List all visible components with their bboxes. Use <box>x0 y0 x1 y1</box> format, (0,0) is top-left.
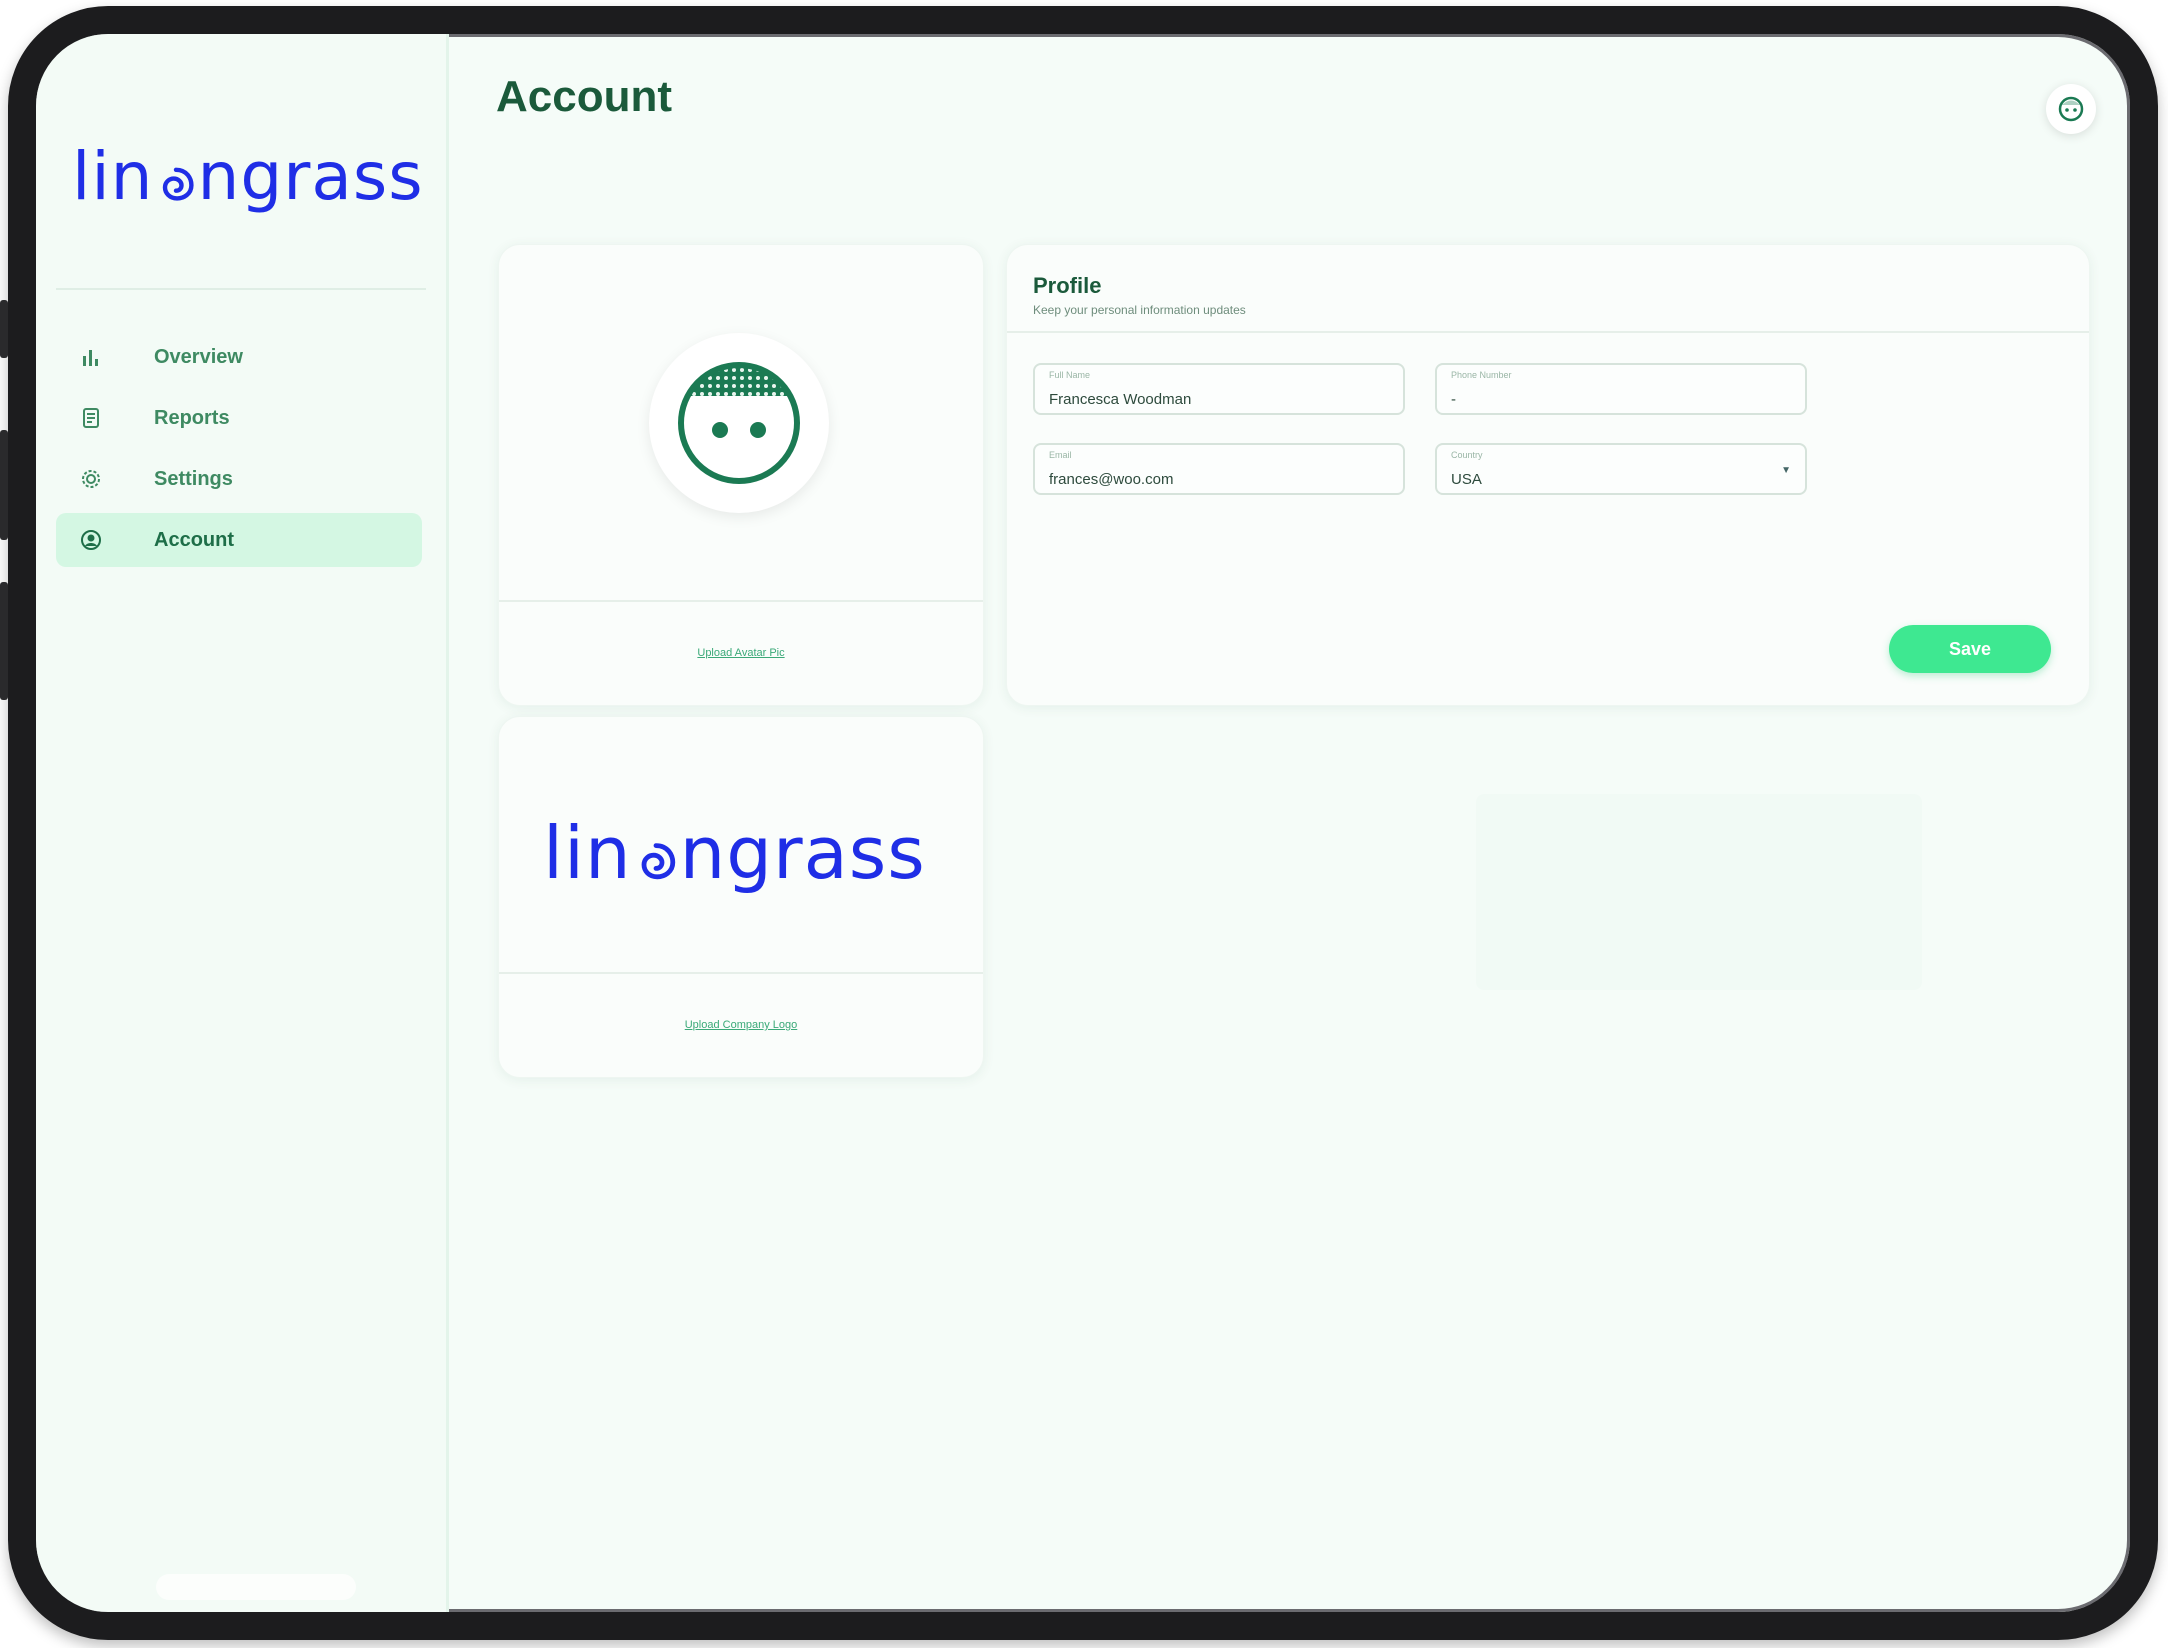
upload-avatar-link[interactable]: Upload Avatar Pic <box>499 647 983 659</box>
profile-card: Profile Keep your personal information u… <box>1006 244 2090 706</box>
sidebar-item-reports[interactable]: Reports <box>56 391 422 445</box>
empty-panel <box>1476 794 1922 990</box>
profile-title: Profile <box>1033 273 1102 298</box>
swirl-logo-icon <box>162 167 194 201</box>
sidebar-item-label: Account <box>154 528 234 551</box>
device-button <box>0 300 8 358</box>
gear-icon <box>78 466 104 492</box>
document-icon <box>78 405 104 431</box>
sidebar-item-label: Settings <box>154 467 233 490</box>
sidebar-item-label: Overview <box>154 345 243 368</box>
device-button <box>0 430 8 540</box>
card-divider <box>499 972 983 974</box>
screen: lin ngrass Overview Reports Settings Acc… <box>36 34 2130 1612</box>
phone-number-field[interactable]: Phone Number - <box>1435 363 1807 415</box>
field-label: Country <box>1451 450 1483 460</box>
face-avatar-icon <box>678 362 800 484</box>
field-value: - <box>1451 391 1456 408</box>
full-name-field[interactable]: Full Name Francesca Woodman <box>1033 363 1405 415</box>
chevron-down-icon: ▼ <box>1781 465 1791 476</box>
user-avatar-button[interactable] <box>2046 84 2096 134</box>
card-divider <box>1007 331 2089 333</box>
profile-subtitle: Keep your personal information updates <box>1033 303 1246 317</box>
page-title: Account <box>496 72 672 121</box>
sidebar-divider <box>56 288 426 290</box>
avatar-card: Upload Avatar Pic <box>498 244 984 706</box>
company-logo: lin ngrass <box>543 811 926 895</box>
face-avatar-icon <box>2058 96 2084 122</box>
field-value: frances@woo.com <box>1049 471 1174 488</box>
device-button <box>0 582 8 700</box>
bar-chart-icon <box>78 344 104 370</box>
tablet-frame: lin ngrass Overview Reports Settings Acc… <box>8 6 2158 1640</box>
home-indicator <box>156 1574 356 1600</box>
card-divider <box>499 600 983 602</box>
upload-logo-link[interactable]: Upload Company Logo <box>499 1019 983 1031</box>
field-value: USA <box>1451 471 1482 488</box>
email-field[interactable]: Email frances@woo.com <box>1033 443 1405 495</box>
field-value: Francesca Woodman <box>1049 391 1192 408</box>
field-label: Phone Number <box>1451 370 1512 380</box>
sidebar: lin ngrass Overview Reports Settings Acc… <box>36 34 449 1612</box>
country-select[interactable]: Country USA ▼ <box>1435 443 1807 495</box>
user-circle-icon <box>78 527 104 553</box>
avatar[interactable] <box>649 333 829 513</box>
swirl-logo-icon <box>641 843 675 880</box>
save-button[interactable]: Save <box>1889 625 2051 673</box>
sidebar-item-settings[interactable]: Settings <box>56 452 422 506</box>
brand-logo[interactable]: lin ngrass <box>72 144 424 210</box>
sidebar-item-account[interactable]: Account <box>56 513 422 567</box>
sidebar-item-label: Reports <box>154 406 230 429</box>
company-logo-card: lin ngrass Upload Company Logo <box>498 716 984 1078</box>
sidebar-item-overview[interactable]: Overview <box>56 330 422 384</box>
sidebar-nav: Overview Reports Settings Account <box>56 330 422 574</box>
field-label: Full Name <box>1049 370 1091 380</box>
field-label: Email <box>1049 450 1072 460</box>
